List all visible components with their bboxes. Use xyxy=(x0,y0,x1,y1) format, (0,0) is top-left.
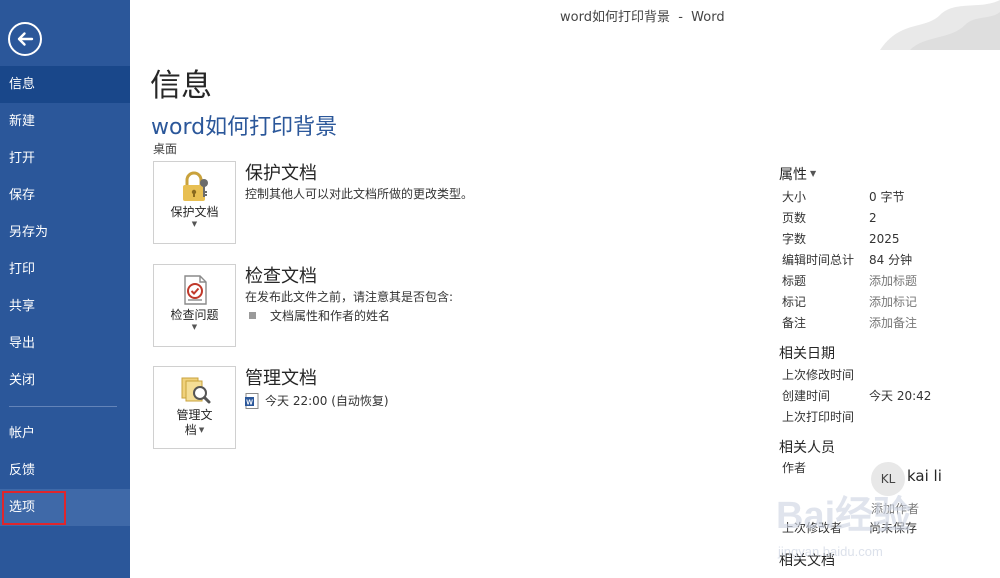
inspect-document-description: 在发布此文件之前，请注意其是否包含: xyxy=(245,290,454,304)
bullet-square-icon xyxy=(249,312,256,319)
chevron-down-icon: ▼ xyxy=(198,426,205,434)
window-title: word如何打印背景 - Word xyxy=(560,10,725,25)
back-arrow-icon xyxy=(17,32,34,46)
property-row: 标题 添加标题 xyxy=(779,271,999,292)
add-comment-field[interactable]: 添加备注 xyxy=(869,313,917,334)
property-value: 0 字节 xyxy=(869,190,905,204)
date-label: 创建时间 xyxy=(782,389,831,403)
property-row: 页数 2 xyxy=(779,208,999,229)
autosave-version-text: 今天 22:00 (自动恢复) xyxy=(265,394,389,408)
date-value: 今天 20:42 xyxy=(869,389,932,403)
sidebar-item-info[interactable]: 信息 xyxy=(0,66,130,103)
author-name[interactable]: kai li xyxy=(907,467,942,485)
sidebar-item-save[interactable]: 保存 xyxy=(0,177,130,214)
property-value: 2025 xyxy=(869,232,900,246)
autosave-version-item[interactable]: W 今天 22:00 (自动恢复) xyxy=(245,392,725,410)
author-row: 作者 KL kai li 添加作者 xyxy=(779,458,999,518)
inspect-document-heading: 检查文档 xyxy=(245,266,317,287)
sidebar-item-export[interactable]: 导出 xyxy=(0,325,130,362)
property-label: 编辑时间总计 xyxy=(782,253,855,267)
property-label: 大小 xyxy=(782,190,807,204)
sidebar-item-options-label: 选项 xyxy=(9,500,36,515)
property-label: 页数 xyxy=(782,211,807,225)
sidebar-item-options[interactable]: 选项 xyxy=(0,489,130,526)
property-value: 84 分钟 xyxy=(869,253,913,267)
manage-document-button-label-line2: 档 xyxy=(184,423,197,437)
property-label: 标记 xyxy=(782,295,807,309)
property-value: 2 xyxy=(869,211,877,225)
add-tag-field[interactable]: 添加标记 xyxy=(869,292,917,313)
date-label: 上次打印时间 xyxy=(782,410,855,424)
avatar: KL xyxy=(871,462,905,496)
sidebar-item-save-as[interactable]: 另存为 xyxy=(0,214,130,251)
properties-heading: 属性 xyxy=(779,167,807,183)
sidebar-divider xyxy=(9,406,117,407)
related-dates-heading: 相关日期 xyxy=(779,346,835,362)
sidebar-item-feedback[interactable]: 反馈 xyxy=(0,452,130,489)
protect-document-button[interactable]: 保护文档 ▼ xyxy=(153,161,236,244)
add-author-link[interactable]: 添加作者 xyxy=(871,500,919,517)
property-row: 备注 添加备注 xyxy=(779,313,999,334)
property-label: 备注 xyxy=(782,316,807,330)
backstage-sidebar: 信息 新建 打开 保存 另存为 打印 共享 导出 关闭 帐户 反馈 选项 xyxy=(0,0,130,578)
property-row: 字数 2025 xyxy=(779,229,999,250)
property-label: 标题 xyxy=(782,274,807,288)
inspect-document-icon xyxy=(183,275,207,305)
check-for-issues-button-label: 检查问题 xyxy=(170,308,219,322)
chevron-down-icon: ▼ xyxy=(191,220,198,228)
chevron-down-icon: ▼ xyxy=(810,169,817,178)
document-title: word如何打印背景 xyxy=(151,115,338,140)
protect-document-description: 控制其他人可以对此文档所做的更改类型。 xyxy=(245,187,474,201)
back-button[interactable] xyxy=(8,22,42,56)
check-for-issues-button[interactable]: 检查问题 ▼ xyxy=(153,264,236,347)
last-modified-by-row: 上次修改者 尚未保存 xyxy=(779,518,999,539)
properties-dropdown[interactable]: 属性 ▼ xyxy=(779,164,999,185)
add-title-field[interactable]: 添加标题 xyxy=(869,271,917,292)
manage-document-button-label-line2-row: 档 ▼ xyxy=(154,423,235,438)
related-people-heading: 相关人员 xyxy=(779,440,835,456)
chevron-down-icon: ▼ xyxy=(191,323,198,331)
manage-document-heading: 管理文档 xyxy=(245,368,317,389)
sidebar-nav: 信息 新建 打开 保存 另存为 打印 共享 导出 关闭 帐户 反馈 选项 xyxy=(0,66,130,526)
sidebar-item-print[interactable]: 打印 xyxy=(0,251,130,288)
date-row: 上次修改时间 xyxy=(779,365,999,386)
sidebar-item-close[interactable]: 关闭 xyxy=(0,362,130,399)
date-label: 上次修改时间 xyxy=(782,368,855,382)
last-modified-by-value: 尚未保存 xyxy=(869,521,918,535)
date-row: 上次打印时间 xyxy=(779,407,999,428)
property-label: 字数 xyxy=(782,232,807,246)
protect-document-button-label: 保护文档 xyxy=(170,205,219,219)
sidebar-item-share[interactable]: 共享 xyxy=(0,288,130,325)
last-modified-by-label: 上次修改者 xyxy=(782,521,843,535)
sidebar-item-new[interactable]: 新建 xyxy=(0,103,130,140)
sidebar-item-account[interactable]: 帐户 xyxy=(0,415,130,452)
manage-documents-icon xyxy=(181,377,210,404)
document-location[interactable]: 桌面 xyxy=(153,140,177,157)
property-row: 编辑时间总计 84 分钟 xyxy=(779,250,999,271)
date-row: 创建时间 今天 20:42 xyxy=(779,386,999,407)
property-row: 大小 0 字节 xyxy=(779,187,999,208)
protect-document-heading: 保护文档 xyxy=(245,163,317,184)
sidebar-item-open[interactable]: 打开 xyxy=(0,140,130,177)
manage-document-button-label-line1: 管理文 xyxy=(176,408,213,422)
manage-document-button[interactable]: 管理文 档 ▼ xyxy=(153,366,236,449)
author-label: 作者 xyxy=(782,461,807,475)
related-documents-heading: 相关文档 xyxy=(779,553,835,569)
inspect-bullet-item: 文档属性和作者的姓名 xyxy=(245,307,725,325)
lock-key-icon xyxy=(182,171,208,201)
document-properties-panel: 属性 ▼ 大小 0 字节 页数 2 字数 2025 编辑时间总计 84 分钟 标题… xyxy=(779,164,999,571)
svg-text:W: W xyxy=(246,400,253,407)
title-bar-decoration xyxy=(880,0,1000,50)
inspect-bullet-text: 文档属性和作者的姓名 xyxy=(270,309,391,323)
property-row: 标记 添加标记 xyxy=(779,292,999,313)
page-title: 信息 xyxy=(150,68,212,104)
word-document-icon: W xyxy=(245,393,259,409)
